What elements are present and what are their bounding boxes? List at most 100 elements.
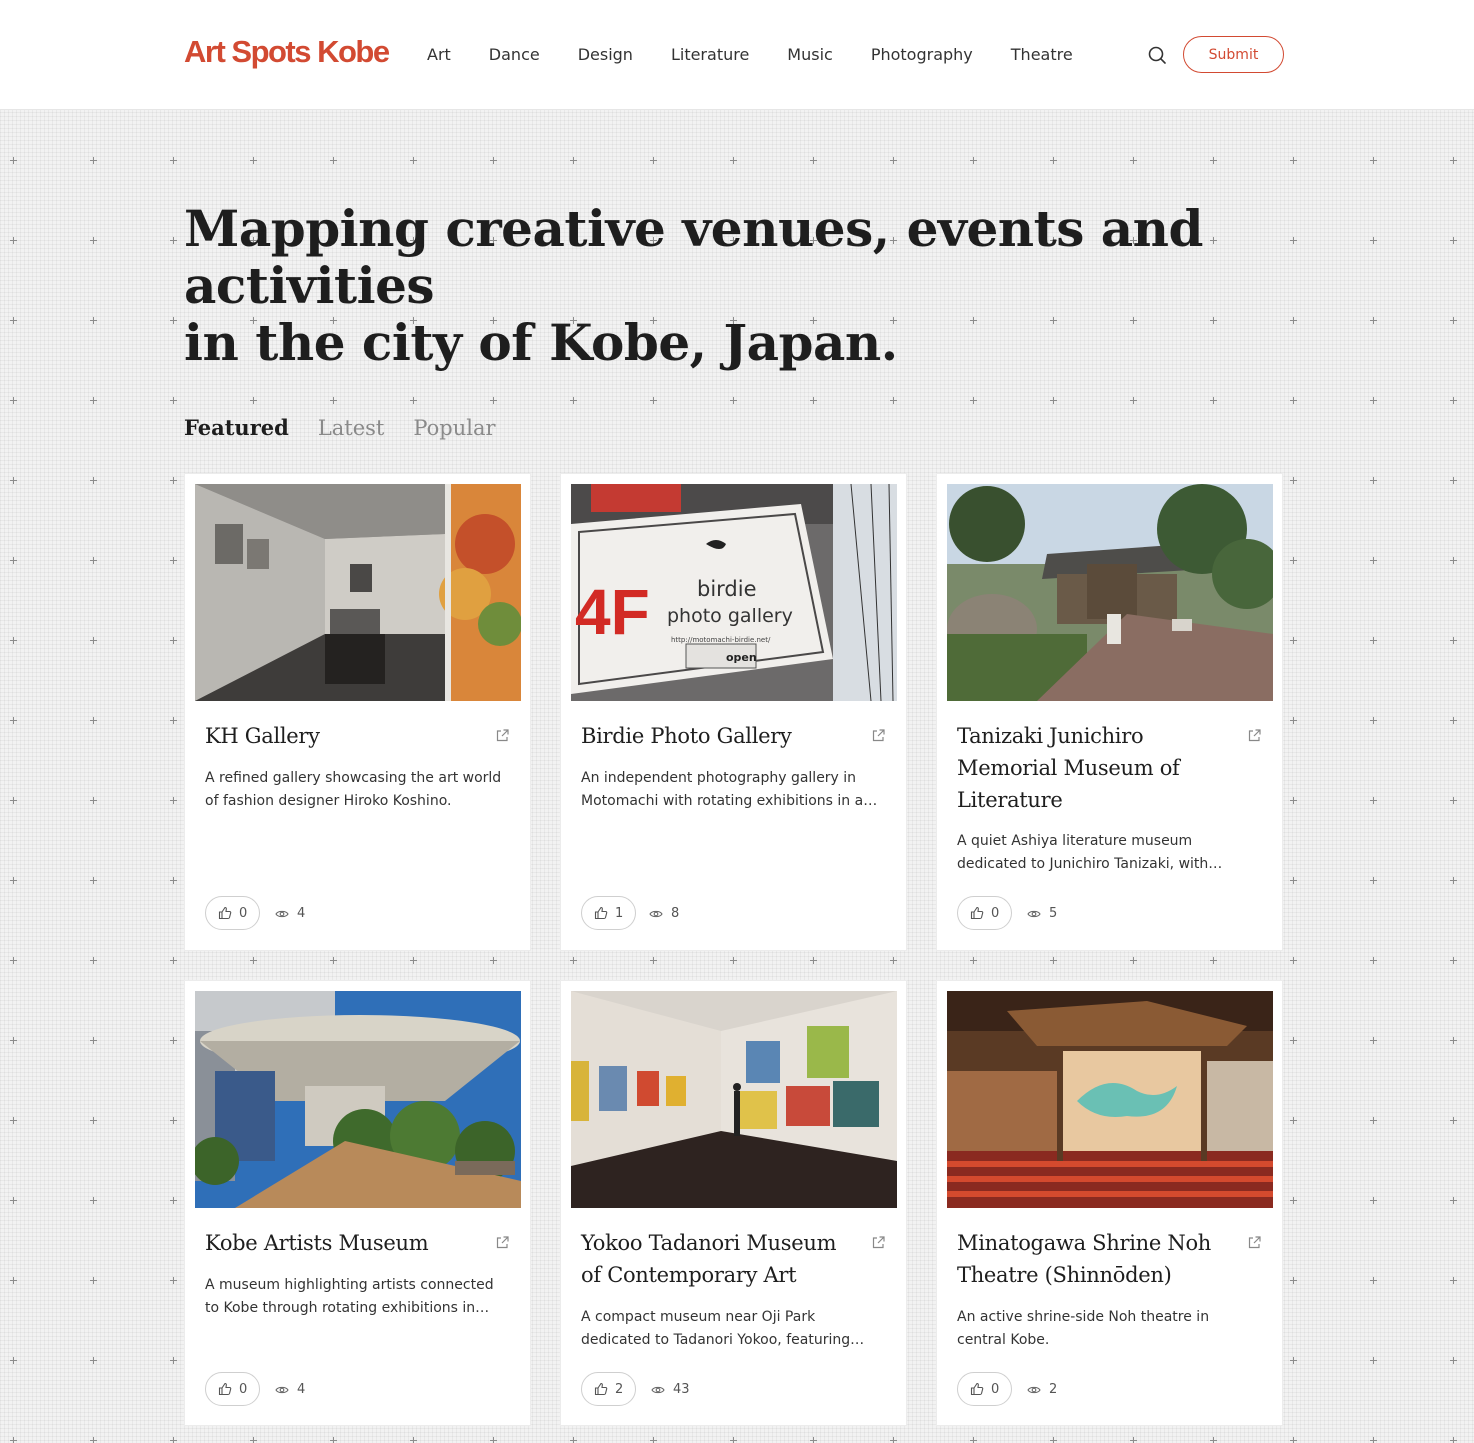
grid-plus-mark [90, 797, 97, 804]
thumbs-up-icon [594, 1382, 608, 1396]
grid-plus-mark [10, 877, 17, 884]
nav-literature[interactable]: Literature [671, 44, 749, 66]
grid-plus-mark [1290, 1277, 1297, 1284]
like-button[interactable]: 0 [957, 1372, 1013, 1406]
search-icon[interactable] [1146, 44, 1168, 66]
view-count: 43 [651, 1382, 690, 1397]
eye-icon [1027, 910, 1041, 917]
like-count: 1 [615, 905, 624, 921]
grid-plus-mark [1290, 397, 1297, 404]
nav-music[interactable]: Music [787, 44, 833, 66]
venue-title[interactable]: Minatogawa Shrine Noh Theatre (Shinnōden… [957, 1227, 1237, 1291]
grid-plus-mark [730, 957, 737, 964]
tab-popular[interactable]: Popular [413, 414, 495, 442]
grid-plus-mark [1450, 317, 1457, 324]
like-count: 0 [991, 1381, 1000, 1397]
venue-card[interactable]: KH Gallery A refined gallery showcasing … [184, 473, 531, 951]
grid-plus-mark [1210, 957, 1217, 964]
grid-plus-mark [10, 637, 17, 644]
external-link-icon[interactable] [1247, 1235, 1262, 1250]
venue-photo[interactable] [195, 991, 521, 1208]
grid-plus-mark [90, 877, 97, 884]
nav-theatre[interactable]: Theatre [1011, 44, 1073, 66]
like-button[interactable]: 2 [581, 1372, 637, 1406]
grid-plus-mark [10, 1437, 17, 1443]
venue-description: A compact museum near Oji Park dedicated… [581, 1309, 865, 1348]
grid-plus-mark [1050, 1437, 1057, 1443]
venue-title[interactable]: KH Gallery [205, 720, 485, 752]
venue-card[interactable]: Yokoo Tadanori Museum of Contemporary Ar… [560, 980, 907, 1426]
tab-latest[interactable]: Latest [318, 414, 385, 442]
like-count: 0 [991, 905, 1000, 921]
like-count: 2 [615, 1381, 624, 1397]
like-button[interactable]: 0 [205, 896, 261, 930]
like-button[interactable]: 1 [581, 896, 637, 930]
thumbs-up-icon [218, 1382, 232, 1396]
grid-plus-mark [1290, 957, 1297, 964]
grid-plus-mark [1450, 1437, 1457, 1443]
grid-plus-mark [170, 957, 177, 964]
venue-card[interactable]: 4F birdie photo gallery http://motomachi… [560, 473, 907, 951]
venue-title[interactable]: Tanizaki Junichiro Memorial Museum of Li… [957, 720, 1237, 816]
grid-plus-mark [90, 557, 97, 564]
grid-plus-mark [90, 397, 97, 404]
grid-plus-mark [170, 717, 177, 724]
external-link-icon[interactable] [495, 728, 510, 743]
grid-plus-mark [1290, 1197, 1297, 1204]
main-nav: Art Dance Design Literature Music Photog… [427, 44, 1111, 66]
external-link-icon[interactable] [1247, 728, 1262, 743]
external-link-icon[interactable] [871, 728, 886, 743]
nav-design[interactable]: Design [578, 44, 633, 66]
venue-title[interactable]: Yokoo Tadanori Museum of Contemporary Ar… [581, 1227, 861, 1291]
view-count-value: 4 [297, 1382, 306, 1397]
venue-photo[interactable] [947, 991, 1273, 1208]
venue-card[interactable]: Tanizaki Junichiro Memorial Museum of Li… [936, 473, 1283, 951]
site-logo[interactable]: Art Spots Kobe [184, 34, 390, 70]
grid-plus-mark [1290, 157, 1297, 164]
sign-status: open [726, 651, 757, 664]
grid-plus-mark [570, 1437, 577, 1443]
grid-plus-mark [10, 477, 17, 484]
grid-plus-mark [570, 157, 577, 164]
grid-plus-mark [90, 637, 97, 644]
venue-photo[interactable]: 4F birdie photo gallery http://motomachi… [571, 484, 897, 701]
venue-title[interactable]: Birdie Photo Gallery [581, 720, 861, 752]
venue-title[interactable]: Kobe Artists Museum [205, 1227, 485, 1259]
tab-featured[interactable]: Featured [184, 414, 289, 442]
venue-description: An active shrine-side Noh theatre in cen… [957, 1309, 1210, 1348]
venue-photo[interactable] [947, 484, 1273, 701]
nav-photography[interactable]: Photography [871, 44, 973, 66]
grid-plus-mark [1450, 1357, 1457, 1364]
hero-line-2: in the city of Kobe, Japan. [184, 313, 898, 372]
venue-card[interactable]: Minatogawa Shrine Noh Theatre (Shinnōden… [936, 980, 1283, 1426]
grid-plus-mark [1370, 397, 1377, 404]
venue-photo[interactable] [571, 991, 897, 1208]
like-count: 0 [239, 905, 248, 921]
grid-plus-mark [170, 397, 177, 404]
grid-plus-mark [730, 1437, 737, 1443]
grid-plus-mark [170, 637, 177, 644]
grid-plus-mark [1450, 637, 1457, 644]
grid-plus-mark [1130, 1437, 1137, 1443]
like-button[interactable]: 0 [205, 1372, 261, 1406]
grid-plus-mark [170, 237, 177, 244]
external-link-icon[interactable] [495, 1235, 510, 1250]
like-button[interactable]: 0 [957, 896, 1013, 930]
nav-art[interactable]: Art [427, 44, 451, 66]
grid-plus-mark [730, 397, 737, 404]
venue-card[interactable]: Kobe Artists Museum A museum highlightin… [184, 980, 531, 1426]
grid-plus-mark [890, 157, 897, 164]
grid-plus-mark [10, 1277, 17, 1284]
grid-plus-mark [330, 1437, 337, 1443]
external-link-icon[interactable] [871, 1235, 886, 1250]
view-count-value: 2 [1049, 1382, 1058, 1397]
submit-button[interactable]: Submit [1183, 36, 1284, 73]
nav-dance[interactable]: Dance [489, 44, 540, 66]
grid-plus-mark [250, 397, 257, 404]
venue-photo[interactable] [195, 484, 521, 701]
grid-plus-mark [570, 957, 577, 964]
sign-name-line-2: photo gallery [667, 605, 793, 627]
grid-plus-mark [170, 157, 177, 164]
grid-plus-mark [970, 1437, 977, 1443]
grid-plus-mark [1450, 877, 1457, 884]
